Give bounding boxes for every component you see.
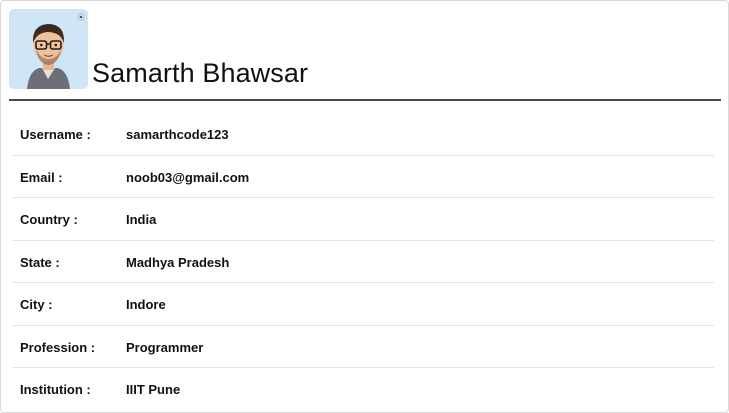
detail-value: samarthcode123 [126,127,229,142]
detail-label: City : [20,297,53,312]
detail-value: Indore [126,297,166,312]
detail-label: Profession : [20,339,96,355]
detail-row-country: Country : India [12,198,714,241]
detail-value: India [126,212,157,227]
detail-row-city: City : Indore [12,283,714,326]
detail-row-state: State : Madhya Pradesh [12,241,714,283]
detail-row-username: Username : samarthcode123 [12,113,714,156]
avatar-icon [9,9,88,89]
detail-row-profession: Profession : Programmer [12,326,714,368]
profile-header: Samarth Bhawsar [9,9,721,99]
profile-name: Samarth Bhawsar [92,58,309,88]
detail-label: Email : [20,169,63,185]
detail-label: State : [20,254,60,270]
detail-value: noob03@gmail.com [126,169,250,185]
detail-label: Username : [20,127,91,142]
avatar[interactable] [9,9,88,89]
detail-value: IIIT Pune [126,382,181,397]
detail-row-email: Email : noob03@gmail.com [12,156,714,198]
detail-label: Country : [20,212,78,227]
profile-details-table: Username : samarthcode123 Email : noob03… [12,113,714,411]
header-divider [9,99,721,101]
detail-value: Madhya Pradesh [126,254,230,270]
detail-label: Institution : [20,382,91,397]
detail-value: Programmer [126,339,204,355]
detail-row-institution: Institution : IIIT Pune [12,368,714,411]
